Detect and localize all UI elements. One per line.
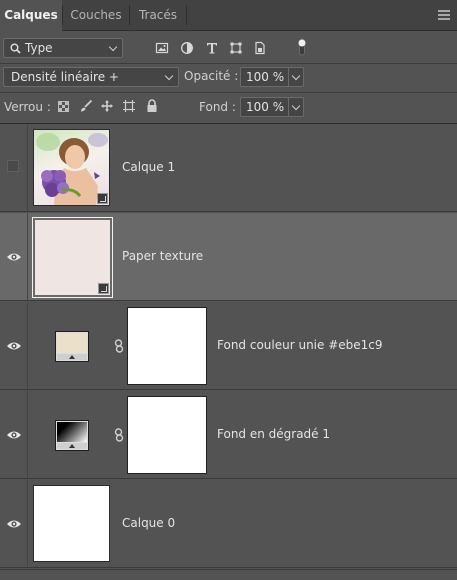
filter-kind-value: Type	[25, 41, 53, 55]
opacity-label: Opacité :	[184, 69, 239, 83]
eye-icon[interactable]	[6, 340, 22, 352]
blend-mode-value: Densité linéaire +	[11, 70, 119, 84]
field-divider	[288, 68, 289, 86]
layer-row-paper-texture[interactable]: Paper texture	[0, 213, 457, 301]
divider	[0, 63, 457, 64]
adjustment-bar	[57, 443, 87, 449]
lock-label: Verrou :	[4, 100, 51, 114]
opacity-value: 100 %	[246, 70, 285, 84]
panel-tab-bar: Calques Couches Tracés	[0, 0, 457, 31]
shape-filter-icon[interactable]	[229, 41, 243, 55]
paper-swatch	[35, 220, 110, 295]
lock-artboard-icon[interactable]	[122, 99, 136, 113]
search-icon	[10, 43, 21, 54]
opacity-field[interactable]: 100 %	[240, 67, 304, 87]
smart-object-badge-icon	[97, 193, 108, 204]
panel-menu-icon[interactable]	[438, 10, 450, 20]
layer-name[interactable]: Fond en dégradé 1	[217, 427, 330, 441]
layer-thumbnail	[33, 485, 110, 562]
eye-icon[interactable]	[6, 429, 22, 441]
type-filter-icon[interactable]	[205, 41, 219, 55]
eye-icon[interactable]	[6, 518, 22, 530]
chevron-down-icon	[108, 42, 118, 52]
visibility-column	[0, 124, 28, 211]
chevron-down-icon[interactable]	[291, 101, 301, 111]
layer-thumbnail-selected	[32, 217, 113, 298]
link-chain-icon[interactable]	[113, 339, 125, 353]
tab-divider	[186, 5, 187, 25]
layer-row-calque-0[interactable]: Calque 0	[0, 480, 457, 568]
chevron-down-icon[interactable]	[291, 71, 301, 81]
tab-couches[interactable]: Couches	[63, 0, 129, 30]
visibility-column	[0, 391, 28, 478]
lock-position-icon[interactable]	[100, 99, 114, 113]
layer-name[interactable]: Calque 1	[122, 160, 175, 174]
gradient-fill-icon[interactable]	[55, 420, 89, 451]
visibility-column	[0, 302, 28, 389]
tab-traces[interactable]: Tracés	[130, 0, 186, 30]
solid-fill-icon[interactable]	[55, 331, 89, 362]
visibility-column	[0, 480, 28, 567]
filter-toggle-switch[interactable]	[296, 37, 308, 57]
layer-name[interactable]: Paper texture	[122, 249, 203, 263]
field-divider	[288, 98, 289, 116]
gradient-swatch	[57, 422, 87, 442]
smart-object-filter-icon[interactable]	[253, 41, 267, 55]
layer-thumbnail	[33, 129, 110, 206]
fill-field[interactable]: 100 %	[240, 97, 304, 117]
visibility-toggle-empty[interactable]	[7, 160, 19, 172]
layer-row-solid-fill[interactable]: Fond couleur unie #ebe1c9	[0, 302, 457, 390]
lock-all-icon[interactable]	[146, 99, 158, 113]
link-chain-icon[interactable]	[113, 428, 125, 442]
divider	[0, 92, 457, 93]
blend-mode-select[interactable]: Densité linéaire +	[3, 67, 179, 87]
layers-bottom-edge	[0, 569, 457, 580]
fill-label: Fond :	[199, 100, 236, 114]
adjustment-filter-icon[interactable]	[180, 41, 194, 55]
layer-name[interactable]: Calque 0	[122, 516, 175, 530]
fill-swatch	[57, 333, 87, 353]
filter-kind-select[interactable]: Type	[3, 38, 123, 58]
lock-image-pixels-icon[interactable]	[79, 99, 93, 113]
visibility-column	[0, 213, 28, 300]
layer-row-gradient-fill[interactable]: Fond en dégradé 1	[0, 391, 457, 479]
tab-calques[interactable]: Calques	[0, 0, 62, 31]
layer-row-calque-1[interactable]: Calque 1	[0, 124, 457, 212]
lock-transparent-pixels-icon[interactable]	[58, 101, 69, 112]
image-filter-icon[interactable]	[155, 41, 169, 55]
fill-value: 100 %	[246, 100, 285, 114]
smart-object-badge-icon	[98, 283, 109, 294]
layer-mask-thumbnail[interactable]	[127, 307, 207, 385]
eye-icon[interactable]	[6, 251, 22, 263]
layer-mask-thumbnail[interactable]	[127, 396, 207, 474]
adjustment-bar	[57, 354, 87, 360]
chevron-down-icon	[164, 71, 174, 81]
layer-name[interactable]: Fond couleur unie #ebe1c9	[217, 338, 383, 352]
